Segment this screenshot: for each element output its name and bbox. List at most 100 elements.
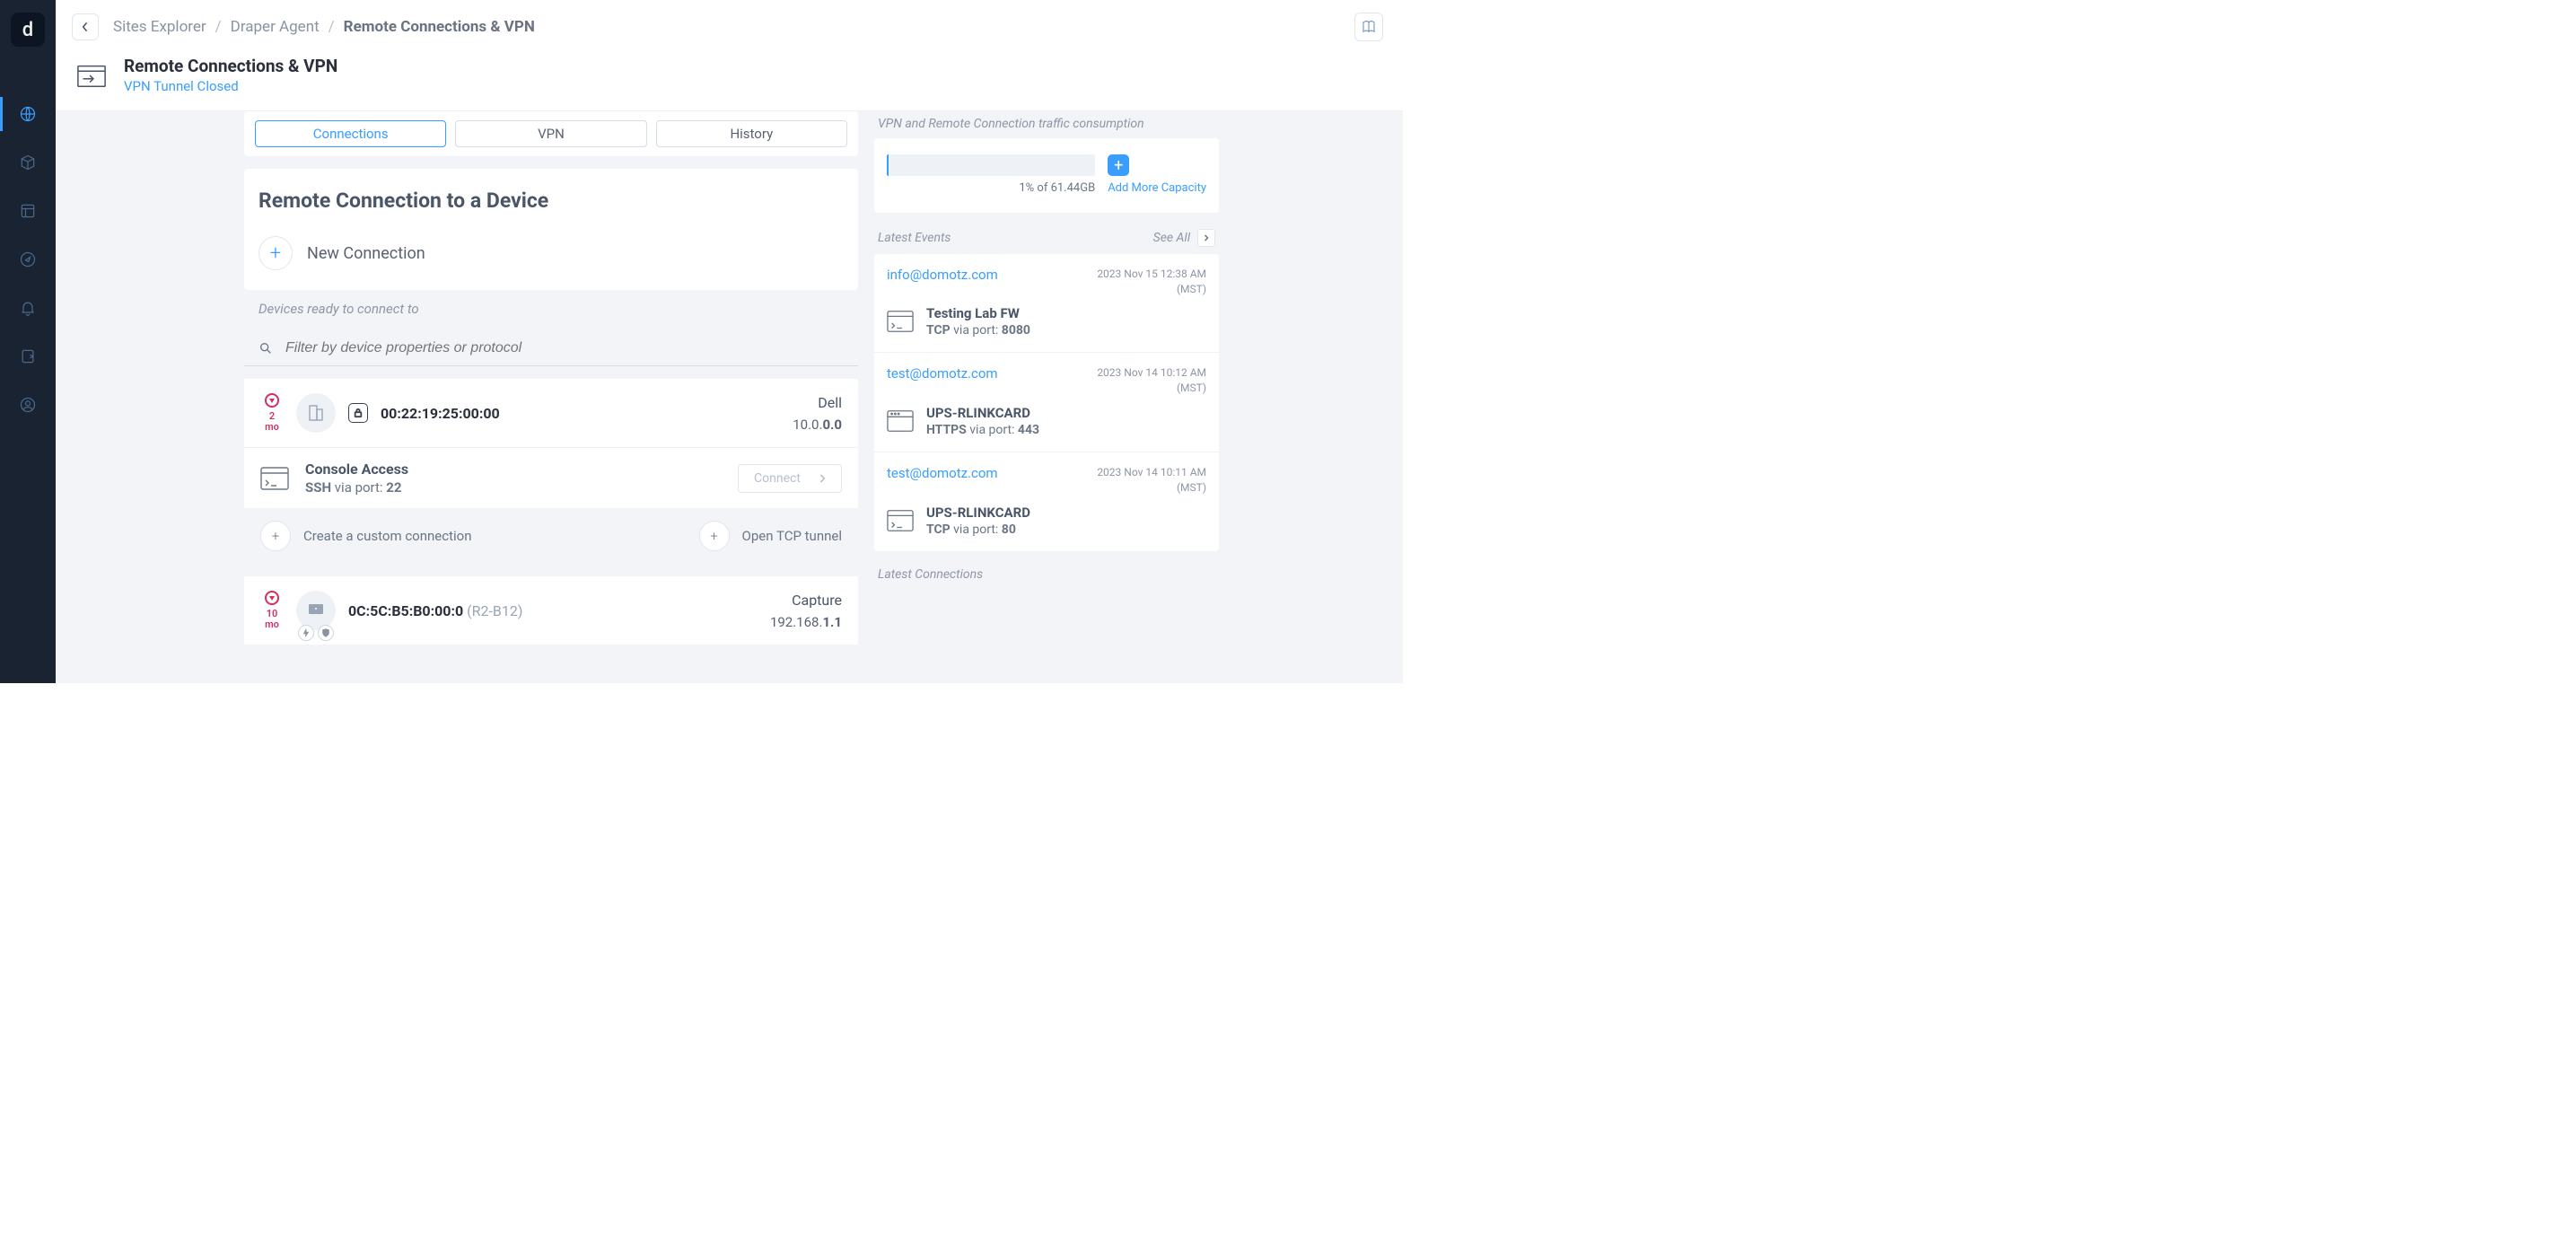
breadcrumb-agent[interactable]: Draper Agent (231, 18, 320, 36)
event-user[interactable]: info@domotz.com (887, 267, 998, 283)
create-custom-connection[interactable]: + Create a custom connection (260, 521, 472, 551)
event-user[interactable]: test@domotz.com (887, 465, 998, 481)
event-detail: TCP via port: 8080 (926, 323, 1030, 338)
left-rail: d (0, 0, 56, 683)
add-capacity-button[interactable]: + (1108, 154, 1129, 176)
traffic-caption: 1% of 61.44GB (887, 181, 1095, 195)
see-all-link[interactable]: See All (1153, 229, 1215, 247)
plus-icon: + (1114, 156, 1123, 175)
event-detail: TCP via port: 80 (926, 522, 1030, 537)
events-list: info@domotz.com 2023 Nov 15 12:38 AM(MST… (874, 254, 1219, 551)
device-avatar (296, 591, 336, 630)
breadcrumb-sites[interactable]: Sites Explorer (113, 18, 206, 36)
latest-events-label: Latest Events (878, 231, 951, 245)
tab-vpn[interactable]: VPN (455, 120, 646, 147)
search-icon (258, 341, 273, 355)
event-item[interactable]: test@domotz.com 2023 Nov 14 10:12 AM(MST… (874, 353, 1219, 452)
nav-device[interactable] (0, 332, 56, 381)
event-item[interactable]: test@domotz.com 2023 Nov 14 10:11 AM(MST… (874, 452, 1219, 551)
latest-connections-label: Latest Connections (878, 567, 1219, 582)
terminal-icon (887, 310, 914, 333)
shield-icon (321, 628, 330, 637)
device-vendor: Capture (770, 592, 842, 609)
connection-row: Console Access SSH via port: 22 Connect (244, 447, 858, 508)
event-detail: HTTPS via port: 443 (926, 423, 1039, 437)
power-badge (298, 625, 314, 641)
connection-title: Console Access (305, 461, 408, 478)
event-device: UPS-RLINKCARD (926, 505, 1030, 521)
page-header-icon (75, 59, 108, 92)
breadcrumb-current: Remote Connections & VPN (344, 18, 535, 36)
status-indicator-icon (265, 591, 279, 605)
event-time: 2023 Nov 14 10:12 AM(MST) (1097, 365, 1206, 396)
chevron-left-icon (81, 21, 90, 33)
status-indicator-icon (265, 393, 279, 408)
new-connection-label: New Connection (307, 244, 425, 263)
device-card: 10 mo 0C:5C:B5:B0:00:0 ( (244, 576, 858, 645)
chevron-right-icon (1204, 233, 1209, 242)
device-avatar (296, 393, 336, 433)
browser-icon (887, 409, 914, 433)
vpn-status[interactable]: VPN Tunnel Closed (124, 78, 337, 94)
traffic-label: VPN and Remote Connection traffic consum… (878, 117, 1219, 131)
new-connection-button[interactable]: + (258, 236, 293, 270)
traffic-bar (887, 154, 1095, 176)
new-connection-row[interactable]: + New Connection (244, 229, 858, 290)
plus-icon: + (710, 528, 717, 544)
back-button[interactable] (72, 13, 99, 40)
lock-icon (354, 408, 363, 418)
device-header[interactable]: 2 mo 00:22:19:25:00:00 Dell (244, 379, 858, 447)
device-status: 10 mo (260, 591, 284, 630)
devices-ready-label: Devices ready to connect to (244, 290, 858, 328)
event-item[interactable]: info@domotz.com 2023 Nov 15 12:38 AM(MST… (874, 254, 1219, 354)
monitor-icon (305, 600, 327, 621)
help-button[interactable] (1354, 13, 1383, 41)
device-header[interactable]: 10 mo 0C:5C:B5:B0:00:0 ( (244, 576, 858, 645)
filter-row (244, 328, 858, 366)
dashboard-icon (19, 202, 37, 220)
nav-globe[interactable] (0, 90, 56, 138)
server-icon (305, 402, 327, 424)
chevron-right-icon (819, 473, 826, 484)
terminal-icon (887, 509, 914, 532)
event-device: UPS-RLINKCARD (926, 405, 1039, 421)
plus-button[interactable]: + (260, 521, 291, 551)
device-card: 2 mo 00:22:19:25:00:00 Dell (244, 379, 858, 564)
lock-badge (348, 403, 368, 423)
app-logo[interactable]: d (11, 13, 45, 47)
traffic-card: 1% of 61.44GB + Add More Capacity (874, 138, 1219, 213)
window-arrow-icon (76, 62, 107, 89)
device-mac: 0C:5C:B5:B0:00:0 (R2-B12) (348, 602, 522, 619)
event-time: 2023 Nov 14 10:11 AM(MST) (1097, 465, 1206, 496)
plus-button[interactable]: + (699, 521, 730, 551)
bolt-icon (302, 628, 311, 637)
nav-notifications[interactable] (0, 284, 56, 332)
device-icon (19, 347, 37, 365)
nav-account[interactable] (0, 381, 56, 429)
filter-input[interactable] (285, 340, 844, 356)
plus-icon: + (272, 528, 279, 544)
nav-dashboard[interactable] (0, 187, 56, 235)
book-icon (1361, 19, 1377, 35)
connection-detail: SSH via port: 22 (305, 479, 408, 496)
see-all-button[interactable] (1197, 229, 1215, 247)
event-time: 2023 Nov 15 12:38 AM(MST) (1097, 267, 1206, 297)
page-title: Remote Connections & VPN (124, 56, 337, 76)
tab-history[interactable]: History (656, 120, 847, 147)
device-vendor: Dell (793, 394, 842, 411)
tabs: Connections VPN History (244, 111, 858, 156)
topbar: Sites Explorer / Draper Agent / Remote C… (56, 0, 1403, 50)
nav-compass[interactable] (0, 235, 56, 284)
connect-button[interactable]: Connect (738, 464, 842, 493)
event-user[interactable]: test@domotz.com (887, 365, 998, 382)
compass-icon (19, 250, 37, 268)
device-ip: 192.168.1.1 (770, 614, 842, 630)
tab-connections[interactable]: Connections (255, 120, 446, 147)
device-status: 2 mo (260, 393, 284, 433)
shield-badge (318, 625, 334, 641)
add-capacity-link[interactable]: Add More Capacity (1108, 181, 1206, 197)
nav-box[interactable] (0, 138, 56, 187)
open-tcp-tunnel[interactable]: + Open TCP tunnel (699, 521, 842, 551)
breadcrumb: Sites Explorer / Draper Agent / Remote C… (113, 18, 535, 36)
bell-icon (19, 299, 37, 317)
